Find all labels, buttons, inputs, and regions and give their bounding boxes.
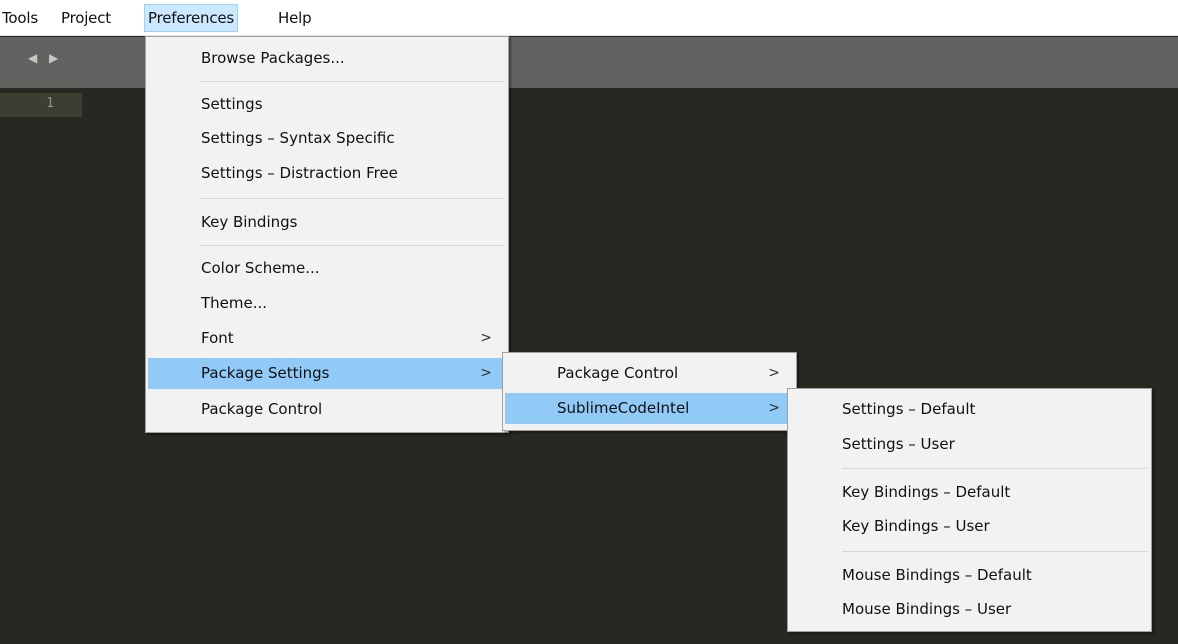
menu-item-label: Color Scheme... xyxy=(201,259,320,277)
menu-item-label: Settings – User xyxy=(842,435,955,453)
menu-item-label: Settings – Syntax Specific xyxy=(201,129,395,147)
submenu-item-mouse-bindings-user[interactable]: Mouse Bindings – User xyxy=(790,594,1149,625)
menu-item-settings-distraction-free[interactable]: Settings – Distraction Free xyxy=(148,158,506,189)
menu-separator xyxy=(200,245,504,246)
menu-item-label: Key Bindings – Default xyxy=(842,483,1011,501)
submenu-item-settings-default[interactable]: Settings – Default xyxy=(790,394,1149,425)
submenu-item-key-bindings-default[interactable]: Key Bindings – Default xyxy=(790,477,1149,508)
menu-bar: Tools Project Preferences Help xyxy=(0,0,1178,36)
submenu-item-key-bindings-user[interactable]: Key Bindings – User xyxy=(790,511,1149,542)
menu-separator xyxy=(200,198,504,199)
menu-item-color-scheme[interactable]: Color Scheme... xyxy=(148,253,506,284)
menu-item-label: Key Bindings – User xyxy=(842,517,990,535)
menu-item-label: Theme... xyxy=(201,294,268,312)
menu-item-settings[interactable]: Settings xyxy=(148,89,506,120)
menu-tools[interactable]: Tools xyxy=(0,4,41,32)
menu-item-settings-syntax-specific[interactable]: Settings – Syntax Specific xyxy=(148,123,506,154)
menu-item-label: Package Control xyxy=(557,364,679,382)
submenu-item-settings-user[interactable]: Settings – User xyxy=(790,429,1149,460)
chevron-right-icon: > xyxy=(768,400,780,416)
menu-project[interactable]: Project xyxy=(58,4,114,32)
menu-item-label: Settings – Default xyxy=(842,400,976,418)
menu-item-label: Package Settings xyxy=(201,364,330,382)
menu-item-label: Browse Packages... xyxy=(201,49,345,67)
tab-nav-arrows-icon[interactable]: ◀ ▶ xyxy=(28,51,62,65)
menu-item-label: Package Control xyxy=(201,400,323,418)
menu-item-package-control[interactable]: Package Control xyxy=(148,394,506,425)
menu-separator xyxy=(842,551,1147,552)
package-settings-submenu: Package Control > SublimeCodeIntel > xyxy=(502,352,797,431)
menu-separator xyxy=(842,468,1147,469)
line-number: 1 xyxy=(46,96,54,111)
menu-separator xyxy=(200,81,504,82)
submenu-item-mouse-bindings-default[interactable]: Mouse Bindings – Default xyxy=(790,560,1149,591)
menu-item-label: SublimeCodeIntel xyxy=(557,399,690,417)
chevron-right-icon: > xyxy=(480,365,492,381)
menu-item-font[interactable]: Font > xyxy=(148,323,506,354)
menu-item-label: Mouse Bindings – Default xyxy=(842,566,1032,584)
menu-preferences[interactable]: Preferences xyxy=(144,4,239,32)
submenu-item-package-control[interactable]: Package Control > xyxy=(505,358,794,389)
preferences-menu: Browse Packages... Settings Settings – S… xyxy=(145,36,509,433)
sublimecodeintel-submenu: Settings – Default Settings – User Key B… xyxy=(787,388,1152,632)
submenu-item-sublimecodeintel[interactable]: SublimeCodeIntel > xyxy=(505,393,794,424)
menu-item-package-settings[interactable]: Package Settings > xyxy=(148,358,506,389)
menu-item-key-bindings[interactable]: Key Bindings xyxy=(148,207,506,238)
menu-item-label: Mouse Bindings – User xyxy=(842,600,1012,618)
chevron-right-icon: > xyxy=(768,365,780,381)
menu-help[interactable]: Help xyxy=(275,4,314,32)
menu-item-label: Settings – Distraction Free xyxy=(201,164,398,182)
menu-item-browse-packages[interactable]: Browse Packages... xyxy=(148,43,506,74)
gutter-current-line: 1 xyxy=(0,93,82,117)
menu-item-label: Key Bindings xyxy=(201,213,298,231)
menu-item-theme[interactable]: Theme... xyxy=(148,288,506,319)
chevron-right-icon: > xyxy=(480,330,492,346)
menu-item-label: Font xyxy=(201,329,234,347)
menu-item-label: Settings xyxy=(201,95,263,113)
